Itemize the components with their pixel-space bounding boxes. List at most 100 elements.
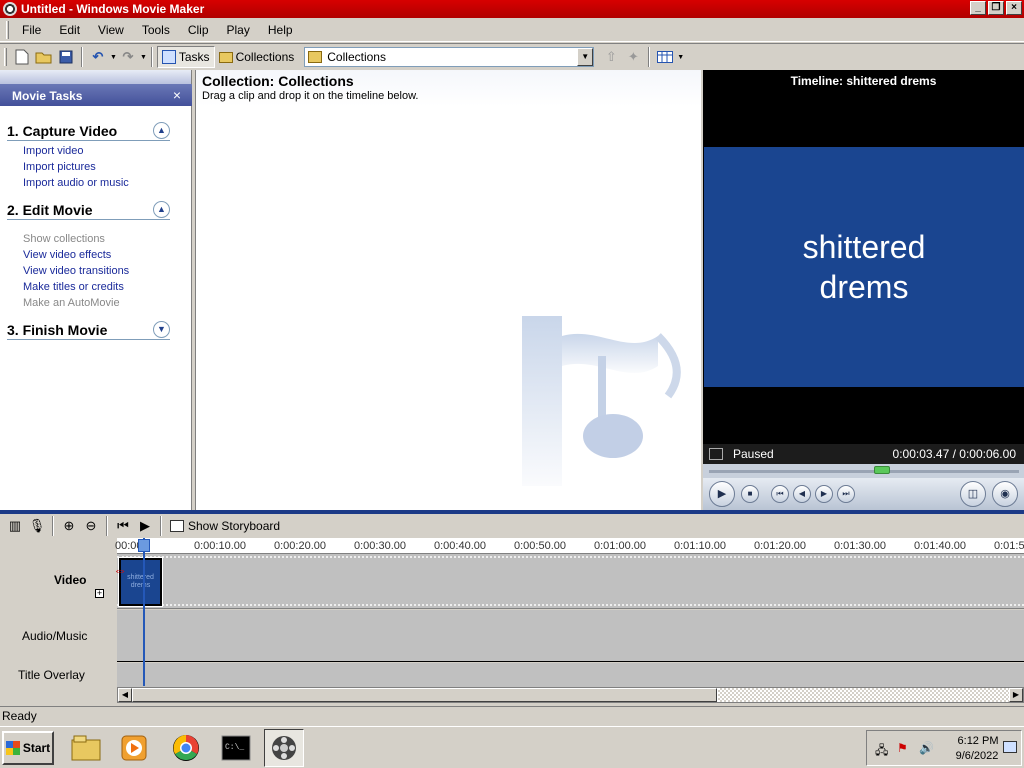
collections-button[interactable]: Collections bbox=[215, 46, 299, 68]
import-pictures-link[interactable]: Import pictures bbox=[23, 159, 191, 175]
menu-clip[interactable]: Clip bbox=[179, 23, 218, 37]
zoom-in-icon[interactable]: ⊕ bbox=[58, 516, 80, 536]
seek-thumb[interactable] bbox=[874, 466, 891, 474]
close-icon[interactable]: × bbox=[173, 87, 181, 103]
menu-view[interactable]: View bbox=[89, 23, 133, 37]
ruler-tick-label: 0:01:50.00 bbox=[994, 540, 1024, 552]
tasks-button[interactable]: Tasks bbox=[156, 46, 215, 68]
new-project-icon[interactable] bbox=[11, 46, 33, 68]
time-ruler[interactable]: 00:00 0:00:10.00 0:00:20.00 0:00:30.00 0:00:… bbox=[115, 538, 1024, 554]
playback-time: 0:00:03.47 / 0:00:06.00 bbox=[892, 447, 1016, 461]
narrate-microphone-icon[interactable]: 🎙 bbox=[26, 516, 48, 536]
open-project-icon[interactable] bbox=[33, 46, 55, 68]
menu-play[interactable]: Play bbox=[218, 23, 259, 37]
section-edit-movie[interactable]: 2. Edit Movie ▲ bbox=[7, 201, 170, 220]
expand-track-icon[interactable]: + bbox=[95, 589, 104, 598]
title-bar: Untitled - Windows Movie Maker _ ❐ × bbox=[0, 0, 1024, 18]
task-pane-header: Movie Tasks × bbox=[0, 70, 192, 106]
video-track[interactable]: shittered drems bbox=[117, 554, 1024, 609]
menu-tools[interactable]: Tools bbox=[133, 23, 179, 37]
playback-indicator[interactable] bbox=[143, 538, 145, 686]
start-button[interactable]: Start bbox=[2, 731, 54, 765]
seek-track bbox=[709, 470, 1019, 473]
set-audio-levels-icon[interactable]: ▥ bbox=[4, 516, 26, 536]
chevron-down-icon[interactable]: ▼ bbox=[577, 48, 594, 66]
forward-icon[interactable]: ▶ bbox=[815, 485, 833, 503]
zoom-out-icon[interactable]: ⊖ bbox=[80, 516, 102, 536]
clock-date[interactable]: 9/6/2022 bbox=[947, 750, 1007, 762]
import-video-link[interactable]: Import video bbox=[23, 143, 191, 159]
seek-bar[interactable] bbox=[703, 464, 1024, 478]
rewind-timeline-icon[interactable]: ⏮ bbox=[112, 516, 134, 536]
redo-icon[interactable]: ↷ bbox=[117, 46, 139, 68]
previous-frame-icon[interactable]: ⏮ bbox=[771, 485, 789, 503]
back-icon[interactable]: ◀ bbox=[793, 485, 811, 503]
scroll-left-icon[interactable]: ◀ bbox=[118, 688, 132, 702]
collection-title: Collection: Collections bbox=[202, 73, 354, 89]
menu-file[interactable]: File bbox=[13, 23, 50, 37]
menu-help[interactable]: Help bbox=[259, 23, 302, 37]
take-picture-icon[interactable]: ◉ bbox=[992, 481, 1018, 507]
show-desktop-icon[interactable] bbox=[1003, 741, 1017, 753]
file-explorer-taskbar-icon[interactable] bbox=[66, 729, 106, 767]
network-icon[interactable]: 🖧 bbox=[875, 741, 888, 762]
scroll-right-icon[interactable]: ▶ bbox=[1009, 688, 1023, 702]
media-player-taskbar-icon[interactable] bbox=[114, 729, 154, 767]
next-frame-icon[interactable]: ⏭ bbox=[837, 485, 855, 503]
action-center-icon[interactable]: ⚑ bbox=[897, 741, 908, 755]
command-prompt-taskbar-icon[interactable]: C:\_ bbox=[216, 729, 256, 767]
view-video-transitions-link[interactable]: View video transitions bbox=[23, 263, 191, 279]
volume-icon[interactable]: 🔊 bbox=[919, 741, 934, 755]
save-project-icon[interactable] bbox=[55, 46, 77, 68]
new-collection-folder-icon[interactable]: ✦ bbox=[622, 46, 644, 68]
playback-indicator-handle[interactable] bbox=[138, 539, 150, 552]
minimize-button[interactable]: _ bbox=[970, 1, 986, 15]
close-button[interactable]: × bbox=[1006, 1, 1022, 15]
play-timeline-icon[interactable]: ▶ bbox=[134, 516, 156, 536]
chevron-up-icon[interactable]: ▲ bbox=[153, 122, 170, 139]
timeline-scrollbar[interactable]: ◀ ▶ bbox=[117, 687, 1024, 703]
scrollbar-thumb[interactable] bbox=[132, 688, 717, 702]
title-overlay-track[interactable] bbox=[117, 663, 1024, 688]
chevron-up-icon[interactable]: ▲ bbox=[153, 201, 170, 218]
play-icon[interactable]: ▶ bbox=[709, 481, 735, 507]
undo-dropdown-icon[interactable]: ▼ bbox=[110, 54, 117, 61]
view-video-effects-link[interactable]: View video effects bbox=[23, 247, 191, 263]
make-titles-link[interactable]: Make titles or credits bbox=[23, 279, 191, 295]
playback-controls: ▶ ■ ⏮ ◀ ▶ ⏭ ◫ ◉ bbox=[703, 478, 1024, 510]
menu-edit[interactable]: Edit bbox=[50, 23, 89, 37]
trim-handle-icon[interactable]: ⇔ bbox=[113, 563, 137, 577]
preview-text-line2: drems bbox=[819, 269, 909, 305]
movie-maker-taskbar-icon[interactable] bbox=[264, 729, 304, 767]
section-capture-video[interactable]: 1. Capture Video ▲ bbox=[7, 122, 170, 141]
views-icon[interactable] bbox=[654, 46, 676, 68]
redo-dropdown-icon[interactable]: ▼ bbox=[140, 54, 147, 61]
ruler-tick-label: 0:01:40.00 bbox=[914, 540, 966, 552]
toolbar-grip bbox=[4, 48, 7, 66]
split-clip-icon[interactable]: ◫ bbox=[960, 481, 986, 507]
restore-button[interactable]: ❐ bbox=[988, 1, 1004, 15]
stop-icon[interactable]: ■ bbox=[741, 485, 759, 503]
full-screen-icon[interactable] bbox=[709, 448, 723, 460]
status-text: Ready bbox=[2, 709, 37, 723]
toolbar-separator bbox=[81, 47, 83, 67]
section-finish-movie[interactable]: 3. Finish Movie ▼ bbox=[7, 321, 170, 340]
undo-icon[interactable]: ↶ bbox=[87, 46, 109, 68]
chevron-down-icon[interactable]: ▼ bbox=[153, 321, 170, 338]
chrome-taskbar-icon[interactable] bbox=[166, 729, 206, 767]
clock-time[interactable]: 6:12 PM bbox=[953, 735, 1003, 747]
import-audio-link[interactable]: Import audio or music bbox=[23, 175, 191, 191]
audio-track-label: Audio/Music bbox=[22, 629, 88, 643]
ruler-tick-label: 0:00:40.00 bbox=[434, 540, 486, 552]
audio-music-track[interactable] bbox=[117, 610, 1024, 662]
tasks-label: Tasks bbox=[178, 50, 210, 64]
show-storyboard-button[interactable]: Show Storyboard bbox=[170, 519, 280, 533]
timeline-toolbar: ▥ 🎙 ⊕ ⊖ ⏮ ▶ Show Storyboard bbox=[0, 514, 1024, 538]
main-toolbar: ↶ ▼ ↷ ▼ Tasks Collections Collections ▼ … bbox=[0, 43, 1024, 70]
collection-select[interactable]: Collections ▼ bbox=[304, 47, 595, 67]
window-title: Untitled - Windows Movie Maker bbox=[21, 2, 205, 16]
movie-maker-app-icon[interactable] bbox=[3, 2, 17, 16]
scrollbar-track bbox=[718, 688, 1009, 702]
views-dropdown-icon[interactable]: ▼ bbox=[677, 54, 684, 61]
up-one-level-icon[interactable]: ⇧ bbox=[600, 46, 622, 68]
